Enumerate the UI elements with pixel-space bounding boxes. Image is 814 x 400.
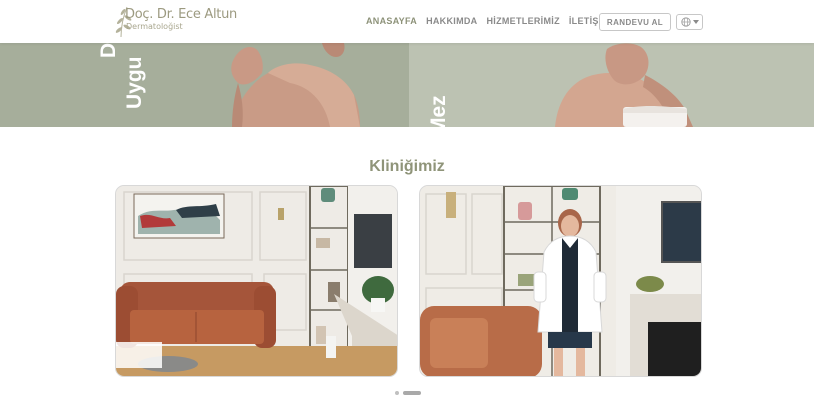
hero-left-caption-line1: D	[97, 43, 120, 58]
nav-item-about[interactable]: HAKKIMDA	[426, 16, 477, 26]
appointment-button[interactable]: RANDEVU AL	[599, 13, 671, 31]
hero-left-caption: D Uygu	[96, 43, 148, 127]
hero-left-caption-line2: Uygu	[123, 56, 146, 110]
carousel-dot-2[interactable]	[403, 391, 421, 395]
carousel-pagination	[395, 391, 421, 395]
hero-slider: D Uygu Mez	[0, 43, 814, 127]
site-header: Doç. Dr. Ece Altun Dermatoloğist ANASAYF…	[0, 0, 814, 43]
site-logo[interactable]: Doç. Dr. Ece Altun Dermatoloğist	[113, 3, 237, 39]
clinic-photo-card-2[interactable]	[419, 185, 702, 377]
hero-left-image	[231, 43, 360, 127]
doctor-clinic-photo	[420, 186, 701, 376]
carousel-dot-1[interactable]	[395, 391, 399, 395]
logo-subtitle: Dermatoloğist	[126, 22, 183, 31]
logo-name: Doç. Dr. Ece Altun	[125, 7, 237, 22]
hero-right-image	[555, 43, 693, 127]
nav-item-services[interactable]: HİZMETLERİMİZ	[486, 16, 559, 26]
clinic-photo-card-1[interactable]	[115, 185, 398, 377]
language-selector[interactable]	[676, 14, 703, 30]
hero-slide-left[interactable]	[0, 43, 409, 127]
clinic-interior-photo	[116, 186, 397, 376]
clinic-section-title: Kliniğimiz	[369, 158, 445, 175]
globe-icon	[680, 17, 691, 27]
chevron-down-icon	[692, 20, 699, 24]
nav-item-home[interactable]: ANASAYFA	[366, 16, 417, 26]
hero-right-caption: Mez	[427, 95, 450, 127]
hero-slide-right[interactable]	[409, 43, 814, 127]
main-nav: ANASAYFA HAKKIMDA HİZMETLERİMİZ İLETİŞİM	[366, 16, 618, 26]
